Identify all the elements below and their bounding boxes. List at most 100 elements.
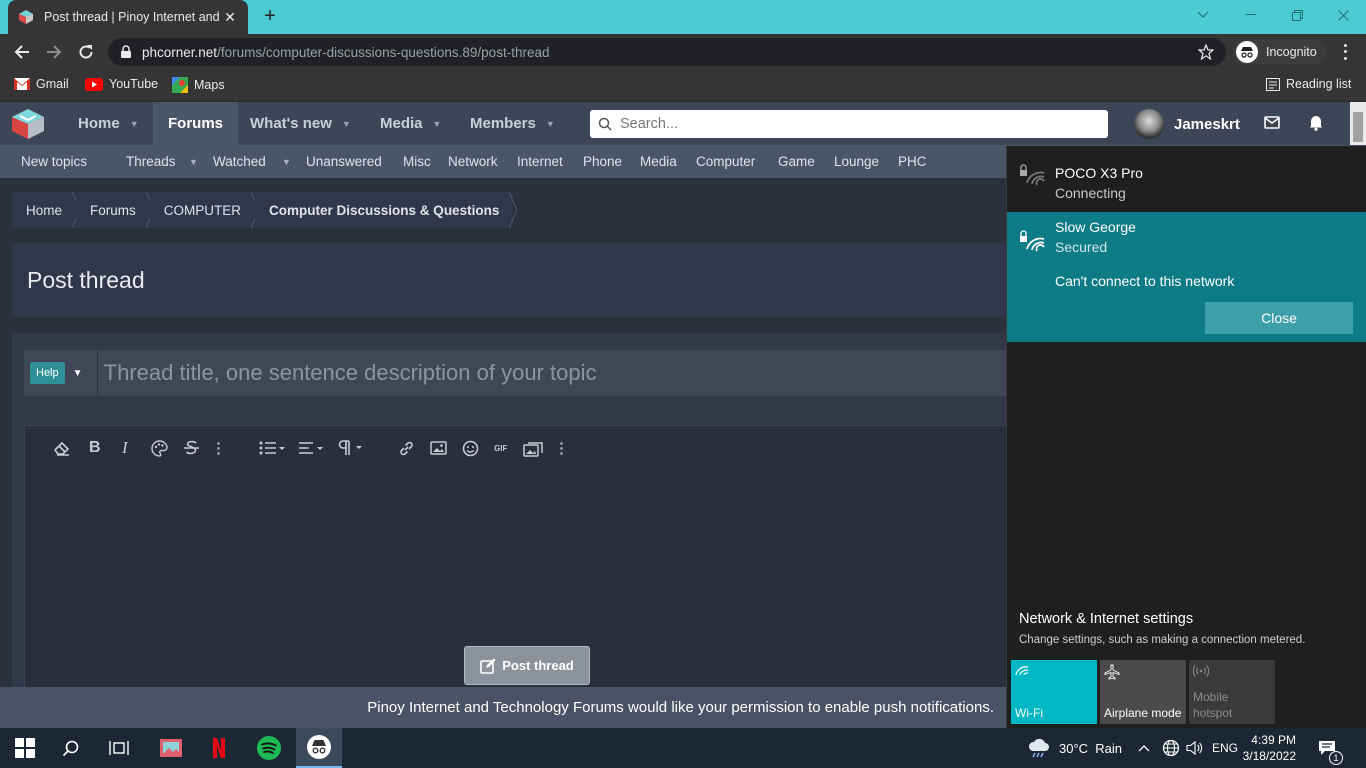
thread-title-input[interactable]: Thread title, one sentence description o… [96, 350, 1012, 396]
network-item-poco[interactable]: POCO X3 Pro Connecting [1007, 146, 1366, 212]
strikethrough-icon[interactable] [183, 438, 200, 458]
browser-tab[interactable]: Post thread | Pinoy Internet and Technol… [8, 0, 248, 34]
clock[interactable]: 4:39 PM 3/18/2022 [1243, 728, 1296, 768]
bookmark-gmail[interactable]: Gmail [14, 77, 69, 91]
back-icon[interactable] [10, 40, 34, 64]
restore-button[interactable] [1274, 0, 1320, 30]
search-icon[interactable] [48, 728, 94, 768]
notification-count-badge: 1 [1329, 751, 1343, 765]
nav-whats-new[interactable]: What's new ▼ [238, 102, 363, 145]
close-tab-icon[interactable]: ✕ [222, 9, 238, 26]
language-indicator[interactable]: ENG [1212, 728, 1238, 768]
nav-forums[interactable]: Forums [153, 102, 239, 145]
subnav-computer[interactable]: Computer [696, 154, 755, 169]
nav-media[interactable]: Media ▼ [368, 102, 453, 145]
reload-icon[interactable] [74, 40, 98, 64]
subnav-lounge[interactable]: Lounge [834, 154, 879, 169]
chevron-down-icon[interactable]: ▼ [73, 368, 91, 379]
close-window-button[interactable] [1320, 0, 1366, 30]
scrollbar[interactable] [1350, 102, 1366, 145]
nav-home[interactable]: Home ▼ [66, 102, 151, 145]
chevron-down-icon[interactable]: ▼ [546, 119, 555, 129]
chevron-down-icon[interactable]: ▼ [130, 119, 139, 129]
chevron-down-icon[interactable]: ▼ [342, 119, 351, 129]
chevron-down-icon[interactable]: ▼ [282, 157, 291, 167]
breadcrumb-computer-discussions[interactable]: Computer Discussions & Questions [255, 192, 518, 228]
inbox-icon[interactable] [1264, 116, 1280, 129]
bookmark-maps[interactable]: Maps [172, 77, 225, 93]
align-icon[interactable] [298, 438, 326, 458]
wifi-tile[interactable]: Wi-Fi [1011, 660, 1097, 724]
incognito-badge[interactable]: Incognito [1232, 40, 1327, 64]
breadcrumb-home[interactable]: Home [12, 192, 81, 228]
site-logo[interactable] [10, 108, 46, 140]
bookmark-label: Maps [194, 78, 225, 92]
weather-widget[interactable]: 30°C Rain [1027, 728, 1122, 768]
help-prefix-button[interactable]: Help [30, 362, 65, 384]
italic-icon[interactable]: I [122, 438, 128, 458]
weather-text: 30°C Rain [1059, 740, 1123, 756]
gif-icon[interactable]: GIF [494, 438, 507, 458]
more-options-icon[interactable] [217, 438, 220, 458]
network-error-message: Can't connect to this network [1055, 273, 1235, 289]
spotify-icon[interactable] [246, 728, 292, 768]
bold-icon[interactable]: B [89, 438, 101, 458]
chrome-incognito-taskbar-icon[interactable] [296, 728, 342, 768]
bell-icon[interactable] [1308, 114, 1324, 131]
subnav-watched[interactable]: Watched [213, 154, 266, 169]
mobile-hotspot-tile[interactable]: Mobile hotspot [1189, 660, 1275, 724]
emoji-icon[interactable] [462, 438, 479, 458]
subnav-phone[interactable]: Phone [583, 154, 622, 169]
subnav-game[interactable]: Game [778, 154, 815, 169]
reading-list[interactable]: Reading list [1266, 77, 1351, 91]
close-button[interactable]: Close [1205, 302, 1353, 334]
airplane-mode-tile[interactable]: Airplane mode [1100, 660, 1186, 724]
subnav-misc[interactable]: Misc [403, 154, 431, 169]
eraser-icon[interactable] [53, 438, 71, 458]
subnav-internet[interactable]: Internet [517, 154, 563, 169]
show-hidden-icons-icon[interactable] [1138, 728, 1150, 768]
address-bar[interactable]: phcorner.net/forums/computer-discussions… [108, 38, 1226, 66]
volume-icon[interactable] [1186, 728, 1204, 768]
media-gallery-icon[interactable] [523, 438, 545, 458]
list-icon[interactable] [259, 438, 287, 458]
network-settings-description: Change settings, such as making a connec… [1019, 634, 1306, 646]
more-options-icon[interactable] [560, 438, 563, 458]
action-center-icon[interactable]: 1 [1318, 728, 1343, 768]
nav-members[interactable]: Members ▼ [458, 102, 567, 145]
browser-menu-icon[interactable] [1337, 42, 1353, 62]
network-globe-icon[interactable] [1162, 728, 1180, 768]
windows-start-icon[interactable] [2, 728, 48, 768]
breadcrumb-computer[interactable]: COMPUTER [149, 192, 260, 228]
subnav-phc[interactable]: PHC [898, 154, 927, 169]
breadcrumb-forums[interactable]: Forums [76, 192, 154, 228]
subnav-media[interactable]: Media [640, 154, 677, 169]
bookmark-star-icon[interactable] [1198, 44, 1214, 60]
bookmark-youtube[interactable]: YouTube [85, 77, 158, 91]
subnav-threads[interactable]: Threads [126, 154, 176, 169]
image-icon[interactable] [430, 438, 447, 458]
text-color-icon[interactable] [151, 438, 168, 458]
chevron-down-icon[interactable]: ▼ [189, 157, 198, 167]
push-notification-banner[interactable]: Pinoy Internet and Technology Forums wou… [0, 687, 1006, 728]
wifi-icon [1015, 666, 1029, 676]
post-thread-button[interactable]: Post thread [464, 646, 590, 685]
paragraph-format-icon[interactable] [338, 438, 366, 458]
forward-icon[interactable] [42, 40, 66, 64]
chevron-down-icon[interactable]: ▼ [433, 119, 442, 129]
search-input[interactable]: Search... [590, 110, 1108, 138]
subnav-network[interactable]: Network [448, 154, 498, 169]
link-icon[interactable] [398, 438, 415, 458]
tab-search-icon[interactable] [1180, 0, 1226, 30]
new-tab-button[interactable]: + [258, 5, 282, 29]
task-view-icon[interactable] [96, 728, 142, 768]
netflix-icon[interactable] [196, 728, 242, 768]
user-menu[interactable]: Jameskrt [1134, 109, 1240, 139]
minimize-button[interactable] [1228, 0, 1274, 30]
network-item-slow-george[interactable]: Slow George Secured Can't connect to thi… [1007, 212, 1366, 342]
subnav-new-topics[interactable]: New topics [21, 154, 87, 169]
network-settings-link[interactable]: Network & Internet settings [1019, 611, 1193, 627]
lock-icon[interactable] [120, 45, 132, 59]
photos-app-icon[interactable] [148, 728, 194, 768]
subnav-unanswered[interactable]: Unanswered [306, 154, 382, 169]
